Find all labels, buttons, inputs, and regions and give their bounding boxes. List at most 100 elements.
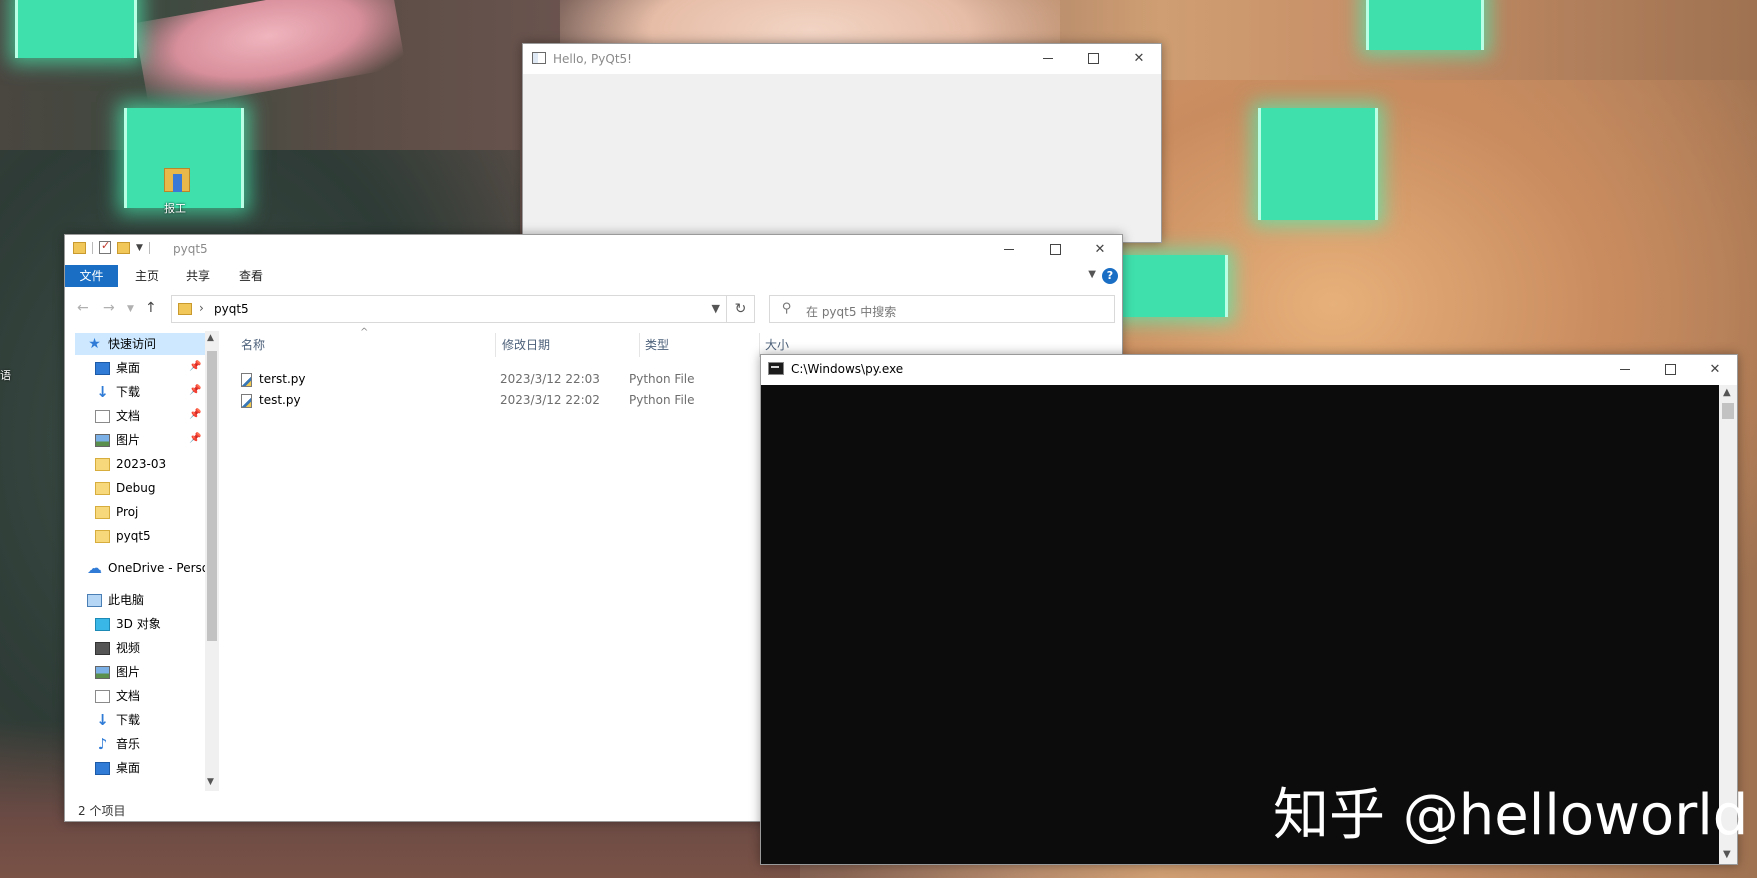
chevron-right-icon[interactable]: ›	[199, 301, 204, 315]
pin-icon[interactable]: 📌	[189, 433, 201, 444]
sidebar-item-label: 2023-03	[116, 457, 167, 471]
maximize-button[interactable]	[1033, 235, 1077, 263]
search-placeholder: 在 pyqt5 中搜索	[806, 305, 897, 319]
help-icon[interactable]: ?	[1102, 268, 1118, 284]
refresh-button[interactable]: ↻	[727, 295, 755, 323]
sidebar-item-pictures-pc[interactable]: 图片	[95, 661, 140, 683]
tab-view[interactable]: 查看	[229, 265, 273, 287]
sidebar-item-quick-access[interactable]: ★ 快速访问	[75, 333, 205, 355]
search-input[interactable]: ⚲ 在 pyqt5 中搜索	[769, 295, 1115, 323]
picture-icon	[95, 433, 110, 447]
address-bar[interactable]: › pyqt5 ▼	[171, 295, 727, 323]
picture-icon	[95, 665, 110, 679]
file-row[interactable]: terst.py 2023/3/12 22:03 Python File	[241, 370, 761, 390]
explorer-titlebar[interactable]: ▼ pyqt5	[65, 235, 1122, 265]
close-button[interactable]	[1693, 355, 1737, 383]
close-button[interactable]	[1078, 235, 1122, 263]
tab-home[interactable]: 主页	[125, 265, 169, 287]
document-icon	[95, 689, 110, 703]
window-app-icon	[532, 52, 546, 64]
sidebar-item-pyqt5[interactable]: pyqt5	[95, 525, 151, 547]
pin-icon[interactable]: 📌	[189, 361, 201, 372]
scroll-up-icon[interactable]: ▲	[1723, 387, 1731, 398]
pyqt-window[interactable]: Hello, PyQt5!	[522, 43, 1162, 243]
sidebar-item-label: 桌面	[116, 361, 141, 375]
scrollbar-thumb[interactable]	[1722, 403, 1734, 419]
console-titlebar[interactable]: C:\Windows\py.exe	[761, 355, 1737, 385]
toolbar-separator	[148, 241, 150, 254]
navigation-scrollbar[interactable]: ▲ ▼	[205, 331, 219, 791]
up-icon[interactable]: ↑	[145, 300, 157, 316]
maximize-button[interactable]	[1071, 44, 1115, 72]
sidebar-item-onedrive[interactable]: ☁ OneDrive - Personal	[87, 557, 205, 579]
video-icon	[95, 641, 110, 655]
breadcrumb[interactable]: pyqt5	[214, 302, 249, 316]
wallpaper-glow-block	[15, 0, 137, 58]
sidebar-item-videos[interactable]: 视频	[95, 637, 140, 659]
sidebar-item-this-pc[interactable]: 此电脑	[87, 589, 144, 611]
desktop-icon-label[interactable]: 报工	[164, 200, 186, 216]
sidebar-item-pictures[interactable]: 图片	[95, 429, 140, 451]
document-icon	[95, 409, 110, 423]
sidebar-item-desktop-pc[interactable]: 桌面	[95, 757, 140, 779]
sidebar-item-3d-objects[interactable]: 3D 对象	[95, 613, 161, 635]
back-icon[interactable]: ←	[77, 300, 89, 316]
maximize-button[interactable]	[1648, 355, 1692, 383]
forward-icon[interactable]: →	[103, 300, 115, 316]
scrollbar-thumb[interactable]	[207, 351, 217, 641]
folder-icon	[73, 241, 86, 254]
navigation-pane: ★ 快速访问 桌面 📌 ↓ 下载 📌 文档 📌 图片 📌 2023-03 Debug…	[65, 331, 205, 791]
explorer-window-title: pyqt5	[173, 242, 208, 256]
sidebar-item-label: Proj	[116, 505, 139, 519]
pyqt-titlebar[interactable]: Hello, PyQt5!	[523, 44, 1161, 74]
column-divider[interactable]	[495, 333, 496, 357]
desktop-edge-label: 语	[0, 369, 11, 382]
toolbar-separator	[92, 241, 93, 254]
sidebar-item-proj[interactable]: Proj	[95, 501, 138, 523]
sidebar-item-desktop[interactable]: 桌面	[95, 357, 140, 379]
file-type: Python File	[629, 393, 695, 407]
pin-icon[interactable]: 📌	[189, 409, 201, 420]
desktop-archive-icon[interactable]	[164, 164, 190, 194]
file-modified: 2023/3/12 22:03	[500, 372, 600, 386]
minimize-button[interactable]	[1026, 44, 1070, 72]
minimize-button[interactable]	[1603, 355, 1647, 383]
tab-file[interactable]: 文件	[65, 265, 118, 287]
wallpaper-glow-block	[1258, 108, 1378, 220]
column-header-type[interactable]: 类型	[645, 334, 669, 356]
new-folder-icon[interactable]	[117, 241, 130, 254]
sidebar-item-downloads[interactable]: ↓ 下载	[95, 381, 140, 403]
desktop-icon	[95, 361, 110, 375]
sidebar-item-downloads-pc[interactable]: ↓ 下载	[95, 709, 140, 731]
sidebar-item-label: Debug	[116, 481, 156, 495]
customize-toolbar-icon[interactable]: ▼	[136, 243, 143, 253]
python-file-icon	[241, 394, 252, 408]
status-bar-item-count: 2 个项目	[78, 804, 126, 818]
folder-icon	[95, 457, 110, 471]
close-button[interactable]	[1117, 44, 1161, 72]
folder-icon	[95, 505, 110, 519]
recent-locations-icon[interactable]: ▼	[127, 304, 134, 314]
column-divider[interactable]	[639, 333, 640, 357]
expand-ribbon-icon[interactable]: ▼	[1088, 269, 1096, 280]
column-header-size[interactable]: 大小	[765, 334, 789, 356]
wallpaper-sign	[134, 0, 406, 112]
column-header-modified[interactable]: 修改日期	[502, 334, 550, 356]
pin-icon[interactable]: 📌	[189, 385, 201, 396]
properties-icon[interactable]	[99, 239, 111, 254]
pc-icon	[87, 593, 102, 607]
file-type: Python File	[629, 372, 695, 386]
scroll-up-icon[interactable]: ▲	[207, 333, 214, 343]
sidebar-item-documents[interactable]: 文档	[95, 405, 140, 427]
minimize-button[interactable]	[987, 235, 1031, 263]
chevron-down-icon[interactable]: ▼	[712, 302, 720, 315]
file-row[interactable]: test.py 2023/3/12 22:02 Python File	[241, 391, 761, 411]
sidebar-item-debug[interactable]: Debug	[95, 477, 155, 499]
sidebar-item-music[interactable]: ♪ 音乐	[95, 733, 140, 755]
column-header-name[interactable]: 名称	[241, 334, 265, 356]
sidebar-item-2023-03[interactable]: 2023-03	[95, 453, 166, 475]
tab-share[interactable]: 共享	[176, 265, 220, 287]
scroll-down-icon[interactable]: ▼	[207, 777, 214, 787]
sidebar-item-documents-pc[interactable]: 文档	[95, 685, 140, 707]
sidebar-item-label: 文档	[116, 689, 141, 703]
